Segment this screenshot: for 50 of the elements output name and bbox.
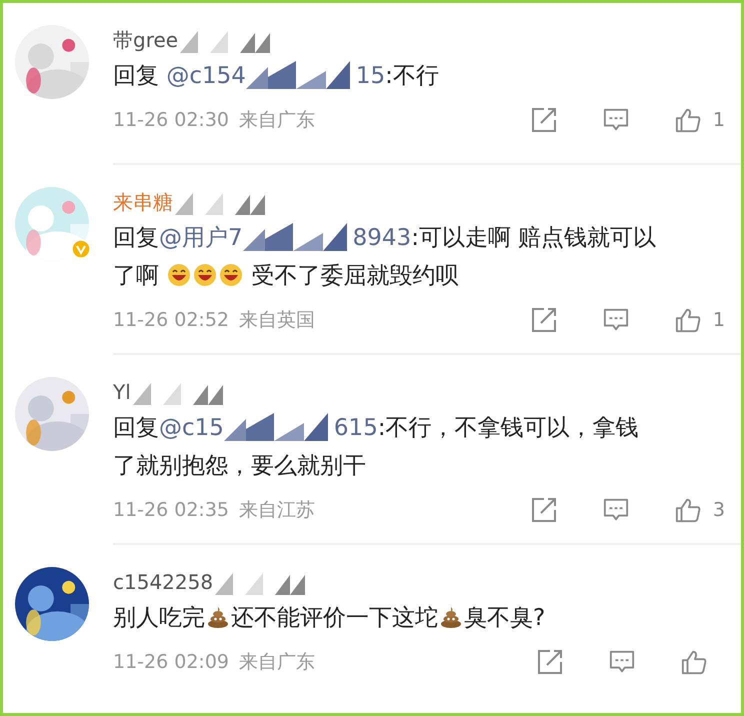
like-count: 3 — [712, 499, 725, 521]
comment-text: 了啊 — [113, 263, 160, 289]
mention-link[interactable]: @c154 — [166, 63, 246, 89]
share-icon[interactable] — [530, 307, 557, 333]
comment-location: 来自江苏 — [239, 498, 316, 523]
laughing-emoji-icon — [219, 263, 244, 287]
comment-text: 回复 — [113, 415, 159, 441]
comment-text: 回复 — [113, 63, 160, 89]
comment-location: 来自广东 — [239, 650, 316, 675]
comment-text: 别人吃完 — [113, 605, 205, 631]
comment-icon[interactable] — [602, 307, 629, 333]
thumbs-up-icon[interactable] — [681, 649, 707, 675]
thumbs-up-icon[interactable] — [674, 107, 701, 133]
comment-time: 11-26 02:30 — [113, 109, 230, 131]
comment-text: 还不能评价一下这坨 — [231, 605, 438, 631]
comment-text: 臭不臭? — [464, 605, 546, 631]
user-name[interactable]: 来串糖 — [113, 188, 173, 216]
share-icon[interactable] — [537, 649, 563, 675]
like-count: 1 — [712, 309, 725, 331]
comment-icon[interactable] — [602, 497, 629, 523]
comment-text: :不行，不拿钱可以，拿钱 — [378, 415, 639, 441]
laughing-emoji-icon — [193, 263, 218, 287]
comment-icon[interactable] — [602, 107, 629, 133]
comment-icon[interactable] — [609, 649, 635, 675]
comment-location: 来自广东 — [239, 108, 316, 133]
comment-text: :可以走啊 赔点钱就可以 — [411, 225, 656, 251]
thumbs-up-icon[interactable] — [674, 307, 701, 333]
poop-emoji-icon — [439, 605, 463, 629]
user-name[interactable]: c1542258 — [113, 570, 214, 594]
share-icon[interactable] — [530, 107, 557, 133]
comment-time: 11-26 02:09 — [113, 651, 230, 673]
mention-link[interactable]: 15 — [356, 63, 386, 89]
comment-text: 了就别抱怨，要么就别干 — [113, 453, 366, 479]
thumbs-up-icon[interactable] — [674, 497, 701, 523]
comment-text: 受不了委屈就毁约呗 — [250, 263, 459, 289]
mention-link[interactable]: @用户7 — [159, 225, 243, 251]
comment-text: 回复 — [113, 225, 159, 251]
like-count: 1 — [712, 109, 725, 131]
share-icon[interactable] — [530, 497, 557, 523]
comment-time: 11-26 02:52 — [113, 309, 230, 331]
mention-link[interactable]: 8943 — [352, 225, 412, 251]
comment-time: 11-26 02:35 — [113, 499, 230, 521]
mention-link[interactable]: @c15 — [159, 415, 224, 441]
user-name[interactable]: 带gree — [113, 26, 178, 54]
mention-link[interactable]: 615 — [334, 415, 378, 441]
laughing-emoji-icon — [167, 263, 192, 287]
user-name[interactable]: Yl — [113, 380, 131, 404]
comment-location: 来自英国 — [239, 308, 316, 333]
comment-text: :不行 — [385, 63, 439, 89]
poop-emoji-icon — [206, 605, 230, 629]
